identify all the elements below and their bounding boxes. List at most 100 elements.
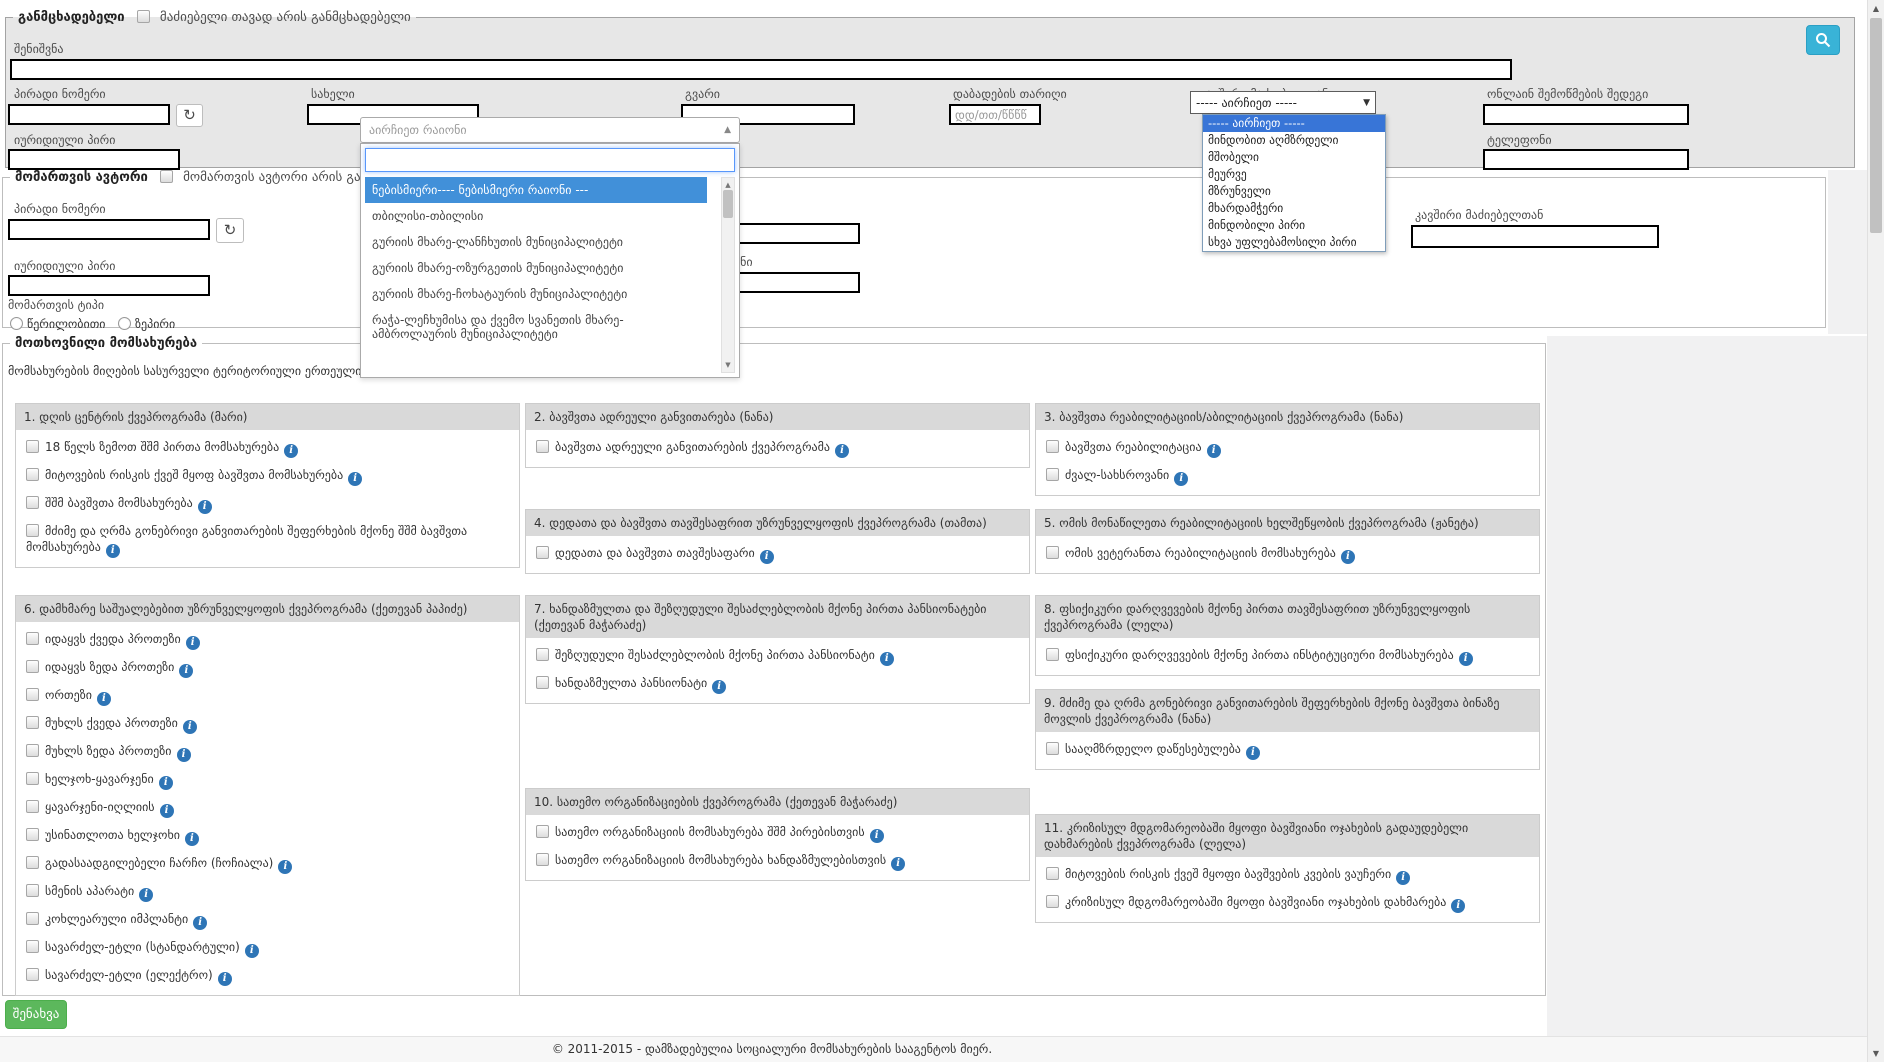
author-self-checkbox[interactable] (160, 170, 173, 183)
info-icon[interactable]: i (186, 636, 200, 650)
info-icon[interactable]: i (348, 472, 362, 486)
region-option[interactable]: გურიის მხარე-ლანჩხუთის მუნიციპალიტეტი (365, 229, 707, 255)
scrollbar-thumb[interactable] (1870, 18, 1882, 233)
info-icon[interactable]: i (193, 916, 207, 930)
region-list-scrollbar[interactable]: ▲ ▼ (721, 177, 735, 373)
checkbox[interactable] (26, 828, 39, 841)
region-option[interactable]: გურიის მხარე-ჩოხატაურის მუნიციპალიტეტი (365, 281, 707, 307)
checkbox[interactable] (26, 884, 39, 897)
checkbox[interactable] (536, 853, 549, 866)
note-input[interactable] (10, 59, 1512, 80)
checkbox[interactable] (26, 772, 39, 785)
checkbox[interactable] (536, 825, 549, 838)
checkbox[interactable] (1046, 468, 1059, 481)
checkbox[interactable] (1046, 895, 1059, 908)
checkbox[interactable] (26, 940, 39, 953)
scrollbar-thumb[interactable] (723, 190, 733, 218)
region-option[interactable]: თბილისი-თბილისი (365, 203, 707, 229)
relation-option[interactable]: სხვა უფლებამოსილი პირი (1203, 234, 1385, 251)
save-button[interactable]: შენახვა (5, 1000, 67, 1029)
info-icon[interactable]: i (278, 860, 292, 874)
author-legal-person-input[interactable] (8, 275, 210, 296)
region-search-input[interactable] (365, 148, 735, 172)
checkbox[interactable] (26, 716, 39, 729)
author-relation-input[interactable] (1411, 225, 1659, 248)
info-icon[interactable]: i (891, 857, 905, 871)
relation-option[interactable]: მინდობილი პირი (1203, 217, 1385, 234)
checkbox[interactable] (26, 744, 39, 757)
info-icon[interactable]: i (218, 972, 232, 986)
relation-option[interactable]: მზრუნველი (1203, 183, 1385, 200)
checkbox[interactable] (1046, 546, 1059, 559)
info-icon[interactable]: i (139, 888, 153, 902)
checkbox[interactable] (1046, 867, 1059, 880)
info-icon[interactable]: i (179, 664, 193, 678)
scroll-up-icon[interactable]: ▲ (1868, 4, 1884, 13)
info-icon[interactable]: i (1459, 652, 1473, 666)
online-result-input[interactable] (1483, 104, 1689, 125)
info-icon[interactable]: i (177, 748, 191, 762)
info-icon[interactable]: i (160, 804, 174, 818)
region-option[interactable]: გურიის მხარე-ოზურგეთის მუნიციპალიტეტი (365, 255, 707, 281)
relation-option[interactable]: მხარდამჭერი (1203, 200, 1385, 217)
checkbox[interactable] (26, 632, 39, 645)
scroll-down-icon[interactable]: ▼ (722, 361, 734, 369)
radio-verbal[interactable] (118, 317, 131, 330)
checkbox[interactable] (26, 688, 39, 701)
info-icon[interactable]: i (1396, 871, 1410, 885)
search-button[interactable] (1806, 25, 1840, 55)
info-icon[interactable]: i (835, 444, 849, 458)
checkbox[interactable] (26, 524, 39, 537)
checkbox[interactable] (26, 660, 39, 673)
info-icon[interactable]: i (1246, 746, 1260, 760)
vertical-scrollbar[interactable]: ▲ ▼ (1867, 0, 1884, 1062)
info-icon[interactable]: i (245, 944, 259, 958)
checkbox[interactable] (26, 800, 39, 813)
scroll-down-icon[interactable]: ▼ (1868, 1049, 1884, 1058)
region-select[interactable]: აირჩიეთ რაიონი ▲ (360, 117, 740, 143)
referral-verbal-option[interactable]: ზეპირი (118, 317, 175, 331)
info-icon[interactable]: i (198, 500, 212, 514)
refresh-button[interactable]: ↻ (176, 104, 203, 127)
scroll-up-icon[interactable]: ▲ (722, 181, 734, 189)
personal-number-input[interactable] (8, 104, 170, 125)
relation-option[interactable]: მინდობით აღმზრდელი (1203, 132, 1385, 149)
checkbox[interactable] (26, 440, 39, 453)
checkbox[interactable] (26, 496, 39, 509)
info-icon[interactable]: i (159, 776, 173, 790)
phone-input[interactable] (1483, 149, 1689, 170)
info-icon[interactable]: i (284, 444, 298, 458)
info-icon[interactable]: i (880, 652, 894, 666)
checkbox[interactable] (1046, 742, 1059, 755)
info-icon[interactable]: i (106, 544, 120, 558)
radio-written[interactable] (10, 317, 23, 330)
checkbox[interactable] (26, 968, 39, 981)
info-icon[interactable]: i (760, 550, 774, 564)
info-icon[interactable]: i (1341, 550, 1355, 564)
info-icon[interactable]: i (185, 832, 199, 846)
checkbox[interactable] (536, 546, 549, 559)
relation-option[interactable]: ----- აირჩიეთ ----- (1203, 115, 1385, 132)
info-icon[interactable]: i (183, 720, 197, 734)
info-icon[interactable]: i (1174, 472, 1188, 486)
referral-written-option[interactable]: წერილობითი (10, 317, 106, 331)
birth-date-input[interactable] (949, 104, 1041, 125)
checkbox[interactable] (536, 440, 549, 453)
region-option[interactable]: ნებისმიერი---- ნებისმიერი რაიონი --- (365, 177, 707, 203)
checkbox[interactable] (26, 912, 39, 925)
info-icon[interactable]: i (870, 829, 884, 843)
info-icon[interactable]: i (97, 692, 111, 706)
relation-option[interactable]: მეურვე (1203, 166, 1385, 183)
author-personal-number-input[interactable] (8, 219, 210, 240)
applicant-self-checkbox[interactable] (137, 10, 150, 23)
checkbox[interactable] (536, 676, 549, 689)
info-icon[interactable]: i (712, 680, 726, 694)
checkbox[interactable] (1046, 648, 1059, 661)
relation-select[interactable]: ----- აირჩიეთ ----- ▼ (1190, 91, 1376, 114)
info-icon[interactable]: i (1451, 899, 1465, 913)
checkbox[interactable] (1046, 440, 1059, 453)
refresh-button[interactable]: ↻ (216, 218, 244, 243)
checkbox[interactable] (26, 856, 39, 869)
region-option[interactable]: რაჭა-ლეჩხუმისა და ქვემო სვანეთის მხარე-ა… (365, 307, 707, 347)
info-icon[interactable]: i (1207, 444, 1221, 458)
